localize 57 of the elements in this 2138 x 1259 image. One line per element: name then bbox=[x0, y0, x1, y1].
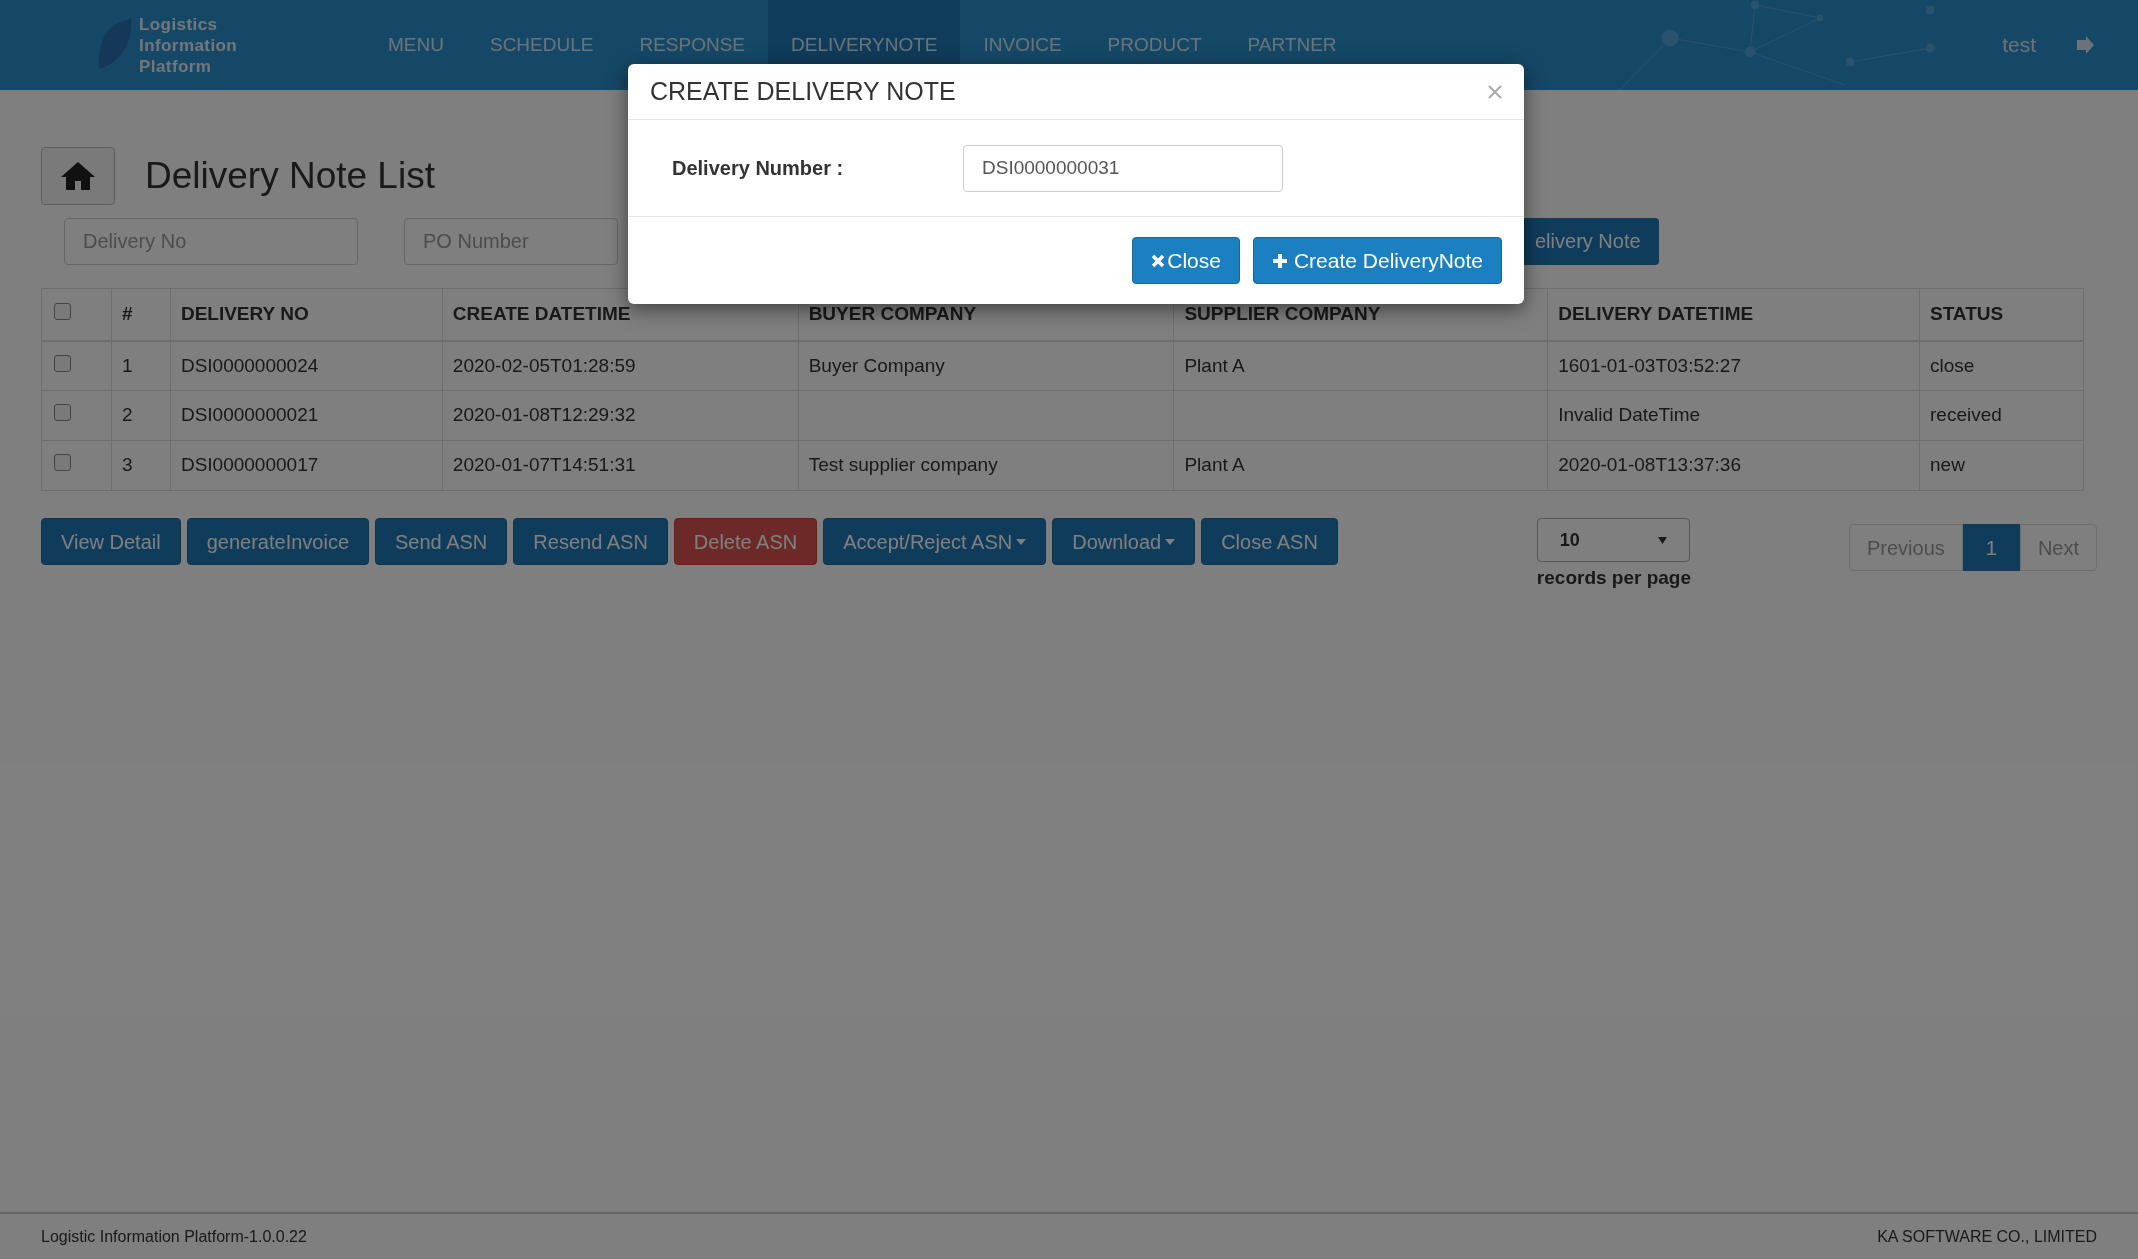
close-icon bbox=[1151, 253, 1166, 268]
dialog-button[interactable]: Close bbox=[1132, 237, 1240, 284]
home-button[interactable] bbox=[41, 147, 115, 205]
user-name[interactable]: test bbox=[2002, 29, 2036, 61]
logo-text: Logistics bbox=[139, 13, 219, 35]
action-button[interactable]: Resend ASN bbox=[513, 518, 668, 565]
action-button[interactable]: Delete ASN bbox=[673, 518, 818, 565]
table-cell: 2020-01-08T12:29:32 bbox=[442, 390, 799, 441]
column-header: DELIVERY NO bbox=[170, 288, 443, 341]
table-cell: 2 bbox=[111, 390, 171, 441]
page-size-select[interactable]: 10 bbox=[1536, 518, 1690, 562]
home-icon bbox=[60, 161, 96, 191]
delivery-number-field[interactable]: DSI0000000031 bbox=[963, 144, 1283, 192]
table-cell: 2020-01-08T13:37:36 bbox=[1547, 440, 1920, 491]
logo-text: Platform bbox=[139, 55, 213, 77]
action-button[interactable]: Close ASN bbox=[1201, 518, 1338, 565]
plus-icon bbox=[1271, 252, 1288, 269]
checkbox[interactable] bbox=[54, 354, 71, 372]
table-cell: new bbox=[1919, 440, 2084, 491]
table-cell: received bbox=[1919, 390, 2084, 441]
table-cell: 1 bbox=[111, 340, 171, 391]
action-button[interactable]: generateInvoice bbox=[186, 518, 369, 565]
table-cell: Invalid DateTime bbox=[1547, 390, 1920, 441]
field-label: Delivery Number : bbox=[672, 156, 845, 181]
action-button[interactable]: Accept/Reject ASN bbox=[823, 518, 1047, 565]
table-cell: 1601-01-03T03:52:27 bbox=[1547, 340, 1920, 391]
page-title: Delivery Note List bbox=[145, 154, 435, 199]
nav-tab[interactable]: SCHEDULE bbox=[466, 0, 617, 90]
action-button[interactable]: Download bbox=[1052, 518, 1196, 565]
action-button[interactable]: Send ASN bbox=[375, 518, 508, 565]
table-cell: Buyer Company bbox=[798, 340, 1174, 391]
footer-company: KA SOFTWARE CO., LIMITED bbox=[1877, 1226, 2097, 1247]
page-size-label: records per page bbox=[1536, 566, 1692, 590]
dialog-button[interactable]: Create DeliveryNote bbox=[1252, 237, 1502, 284]
page-link[interactable]: 1 bbox=[1962, 524, 2020, 571]
table-cell: 3 bbox=[111, 440, 171, 491]
table-cell: close bbox=[1919, 340, 2084, 391]
checkbox[interactable] bbox=[54, 303, 71, 320]
table-cell: Plant A bbox=[1173, 340, 1548, 391]
table-cell: Test supplier company bbox=[798, 440, 1174, 491]
table-cell: DSI0000000021 bbox=[170, 390, 443, 441]
table-cell: Plant A bbox=[1173, 440, 1548, 491]
close-icon[interactable] bbox=[1488, 84, 1502, 99]
table-cell: DSI0000000017 bbox=[170, 440, 443, 491]
column-header: # bbox=[111, 288, 171, 341]
dropdown-arrow-icon bbox=[1657, 536, 1667, 544]
checkbox[interactable] bbox=[54, 404, 71, 422]
logo-text: Information bbox=[139, 34, 238, 56]
column-header: STATUS bbox=[1919, 288, 2084, 341]
checkbox[interactable] bbox=[54, 454, 71, 472]
nav-tab[interactable]: MENU bbox=[365, 0, 467, 90]
column-header: DELIVERY DATETIME bbox=[1547, 288, 1920, 341]
table-cell: 2020-01-07T14:51:31 bbox=[442, 440, 799, 491]
table-cell: 2020-02-05T01:28:59 bbox=[442, 340, 799, 391]
footer-version: Logistic Information Platform-1.0.0.22 bbox=[41, 1226, 307, 1247]
table-cell: DSI0000000024 bbox=[170, 340, 443, 391]
action-button[interactable]: View Detail bbox=[41, 518, 181, 565]
